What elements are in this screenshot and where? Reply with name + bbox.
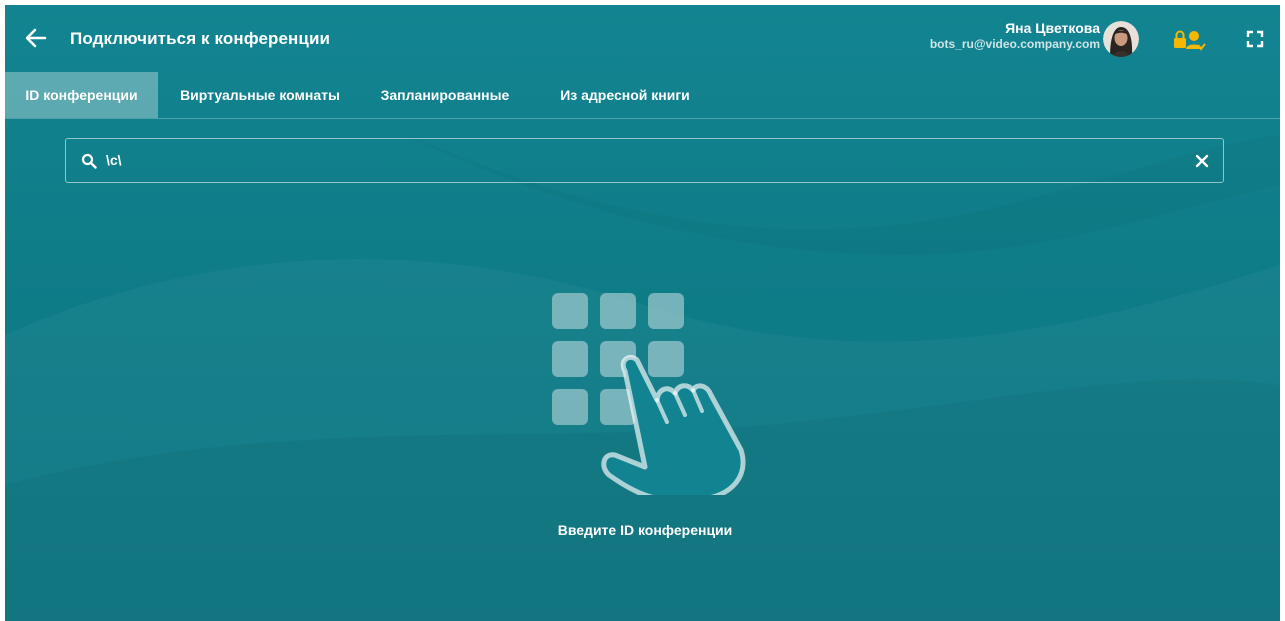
empty-state-text: Введите ID конференции [557, 522, 733, 538]
tab-address-book[interactable]: Из адресной книги [535, 72, 715, 118]
arrow-left-icon [25, 28, 47, 48]
back-button[interactable] [23, 25, 49, 51]
user-avatar-icon [1103, 21, 1139, 57]
tab-scheduled[interactable]: Запланированные [365, 72, 525, 118]
app-window: Подключиться к конференции Яна Цветкова … [5, 5, 1280, 621]
close-icon[interactable] [1193, 152, 1211, 170]
lock-user-button[interactable] [1172, 28, 1206, 52]
header-bar: Подключиться к конференции Яна Цветкова … [5, 5, 1280, 72]
user-email: bots_ru@video.company.com [929, 37, 1100, 51]
avatar[interactable] [1103, 21, 1139, 57]
tab-virtual-rooms[interactable]: Виртуальные комнаты [165, 72, 355, 118]
search-value: \c\ [106, 152, 122, 168]
fullscreen-icon [1246, 30, 1264, 48]
page-title: Подключиться к конференции [70, 29, 331, 48]
tab-conference-id[interactable]: ID конференции [5, 72, 158, 118]
user-name: Яна Цветкова [1005, 20, 1100, 36]
fullscreen-button[interactable] [1245, 29, 1265, 49]
lock-user-icon [1174, 30, 1206, 51]
keypad-hand-icon [552, 293, 746, 495]
tab-bar: ID конференции Виртуальные комнаты Запла… [5, 72, 1280, 119]
search-input[interactable]: \c\ [65, 138, 1224, 183]
search-icon [81, 153, 97, 169]
